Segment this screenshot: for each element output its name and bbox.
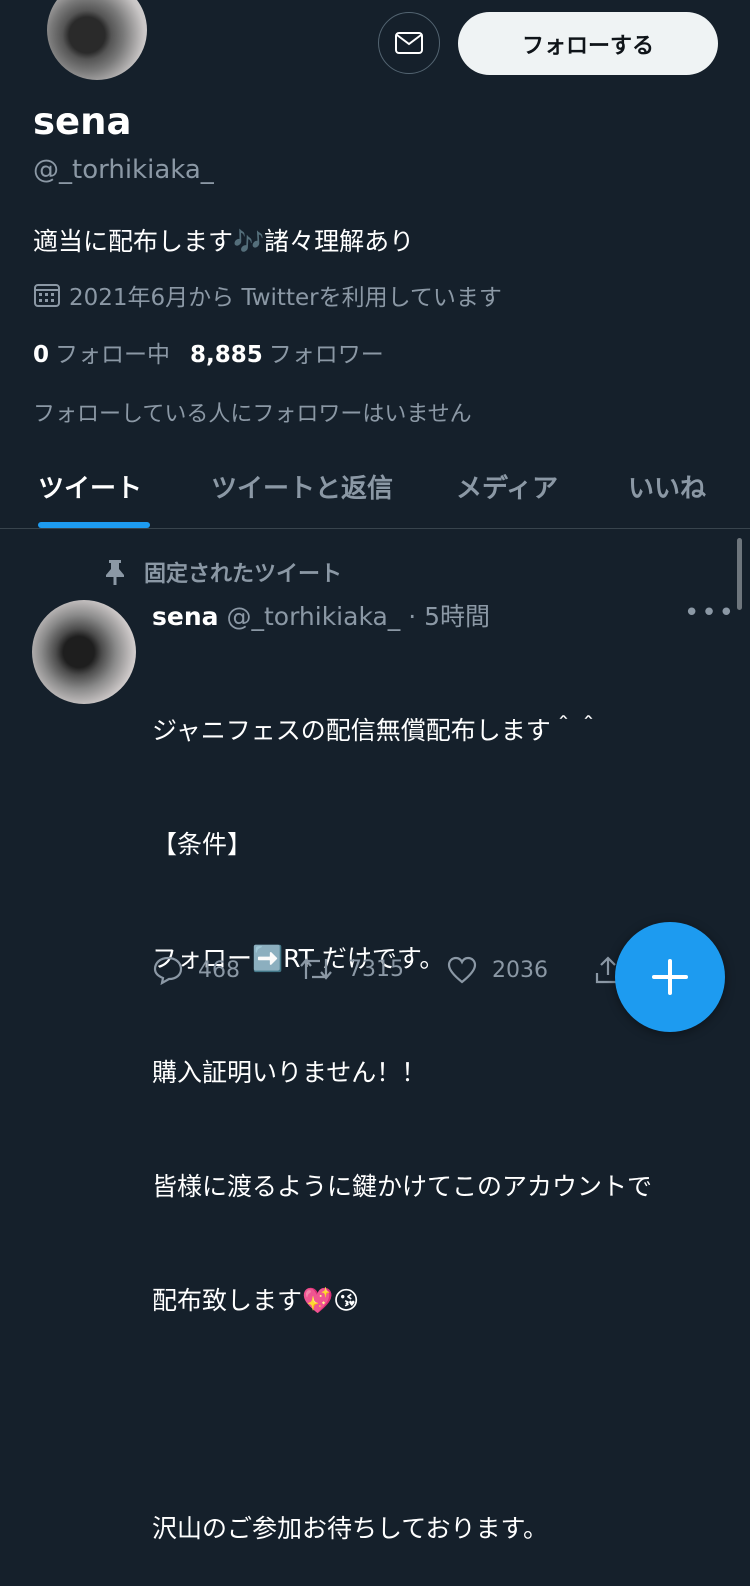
tweet-line: 皆様に渡るように鍵かけてこのアカウントで bbox=[152, 1172, 653, 1201]
message-button[interactable] bbox=[378, 12, 440, 74]
following-count: 0 bbox=[33, 342, 50, 368]
following-link[interactable]: 0 フォロー中 bbox=[33, 335, 170, 369]
like-count: 2036 bbox=[492, 957, 548, 983]
followers-label: フォロワー bbox=[268, 342, 384, 368]
tab-media[interactable]: メディア bbox=[456, 468, 558, 505]
reply-button[interactable]: 468 bbox=[152, 955, 240, 985]
tweet-author-handle[interactable]: @_torhikiaka_ bbox=[226, 602, 400, 631]
tab-tweets[interactable]: ツイート bbox=[38, 468, 142, 505]
tab-likes[interactable]: いいね bbox=[628, 468, 706, 505]
tweet-line: 配布致します💖😘 bbox=[152, 1286, 360, 1315]
mutual-followers-note: フォローしている人にフォロワーはいません bbox=[33, 402, 472, 427]
tweet-avatar[interactable] bbox=[32, 600, 136, 704]
active-tab-indicator bbox=[38, 522, 150, 528]
more-icon[interactable]: ••• bbox=[684, 598, 736, 628]
profile-avatar[interactable] bbox=[45, 0, 149, 82]
tab-tweets-replies[interactable]: ツイートと返信 bbox=[211, 468, 393, 505]
retweet-count: 7315 bbox=[348, 956, 404, 982]
tweet-author-name[interactable]: sena bbox=[152, 602, 219, 631]
pin-icon bbox=[106, 560, 124, 585]
followers-link[interactable]: 8,885 フォロワー bbox=[190, 335, 384, 369]
profile-bio: 適当に配布します🎶諸々理解あり bbox=[33, 227, 415, 256]
following-label: フォロー中 bbox=[55, 342, 171, 368]
followers-count: 8,885 bbox=[190, 342, 263, 368]
mail-icon bbox=[395, 32, 423, 54]
pinned-label: 固定されたツイート bbox=[100, 556, 342, 588]
joined-text: 2021年6月から Twitterを利用しています bbox=[69, 285, 502, 311]
follow-stats: 0 フォロー中 8,885 フォロワー bbox=[33, 335, 384, 369]
reply-count: 468 bbox=[198, 957, 240, 983]
tweet-line: 購入証明いりません！！ bbox=[152, 1058, 427, 1087]
like-icon bbox=[447, 956, 477, 984]
tweet-time[interactable]: 5時間 bbox=[424, 602, 490, 631]
tweet-separator: · bbox=[408, 602, 417, 631]
profile-handle: @_torhikiaka_ bbox=[33, 155, 214, 185]
scrollbar[interactable] bbox=[737, 538, 742, 610]
reply-icon bbox=[153, 956, 183, 985]
profile-name: sena bbox=[33, 100, 132, 143]
profile-tabs: ツイート ツイートと返信 メディア いいね bbox=[0, 452, 750, 529]
calendar-icon bbox=[34, 284, 60, 307]
joined-date: 2021年6月から Twitterを利用しています bbox=[33, 278, 502, 312]
tweet-line bbox=[152, 1396, 737, 1434]
tweet-line: 沢山のご参加お待ちしております。 bbox=[152, 1514, 549, 1543]
follow-button[interactable]: フォローする bbox=[458, 12, 718, 75]
tweet-text: ジャニフェスの配信無償配布します＾＾ 【条件】 フォロー➡️RT だけです。 購… bbox=[152, 636, 737, 1586]
compose-tweet-button[interactable] bbox=[615, 922, 725, 1032]
like-button[interactable]: 2036 bbox=[446, 955, 548, 985]
pinned-text: 固定されたツイート bbox=[144, 562, 343, 587]
retweet-icon bbox=[300, 958, 332, 980]
tweet-header: sena @_torhikiaka_ · 5時間 bbox=[152, 597, 490, 633]
plus-icon bbox=[652, 959, 688, 995]
tweet-line: ジャニフェスの配信無償配布します＾＾ bbox=[152, 716, 601, 745]
retweet-button[interactable]: 7315 bbox=[298, 955, 404, 983]
tweet-line: 【条件】 bbox=[152, 830, 253, 859]
